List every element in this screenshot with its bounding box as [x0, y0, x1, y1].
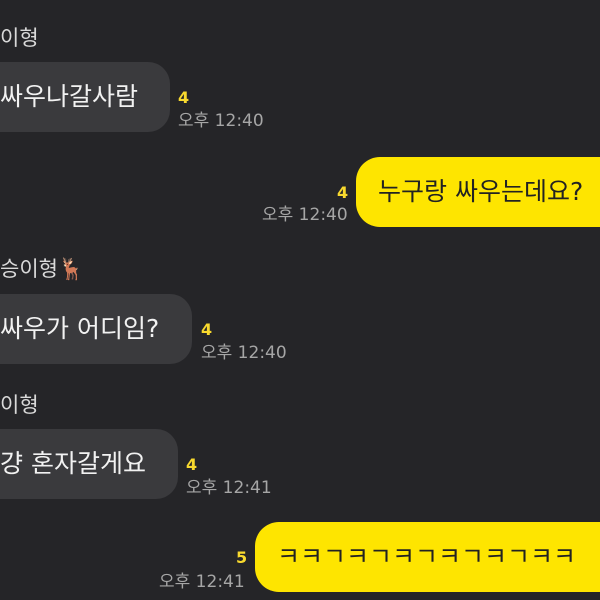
unread-count: 4: [186, 455, 198, 474]
incoming-message-bubble[interactable]: 싸우가 어디임?: [0, 294, 192, 364]
sender-name: 이형: [0, 26, 39, 50]
message-text: 싸우가 어디임?: [0, 314, 160, 343]
unread-count: 5: [236, 548, 248, 567]
unread-count: 4: [337, 183, 349, 202]
message-time: 오후 12:40: [262, 205, 348, 225]
unread-count: 4: [201, 320, 213, 339]
incoming-message-bubble[interactable]: 싸우나갈사람: [0, 62, 170, 132]
incoming-message-bubble[interactable]: 걍 혼자갈게요: [0, 429, 178, 499]
sender-name: 이형: [0, 393, 39, 417]
message-text: ㅋㅋㄱㅋㄱㅋㄱㅋㄱㅋㄱㅋㅋ: [277, 542, 577, 571]
unread-count: 4: [178, 88, 190, 107]
sender-name: 승이형🦌: [0, 257, 85, 281]
message-text: 걍 혼자갈게요: [0, 449, 146, 478]
chat-room: 이형 싸우나갈사람 4 오후 12:40 누구랑 싸우는데요? 4 오후 12:…: [0, 0, 600, 600]
outgoing-message-bubble[interactable]: ㅋㅋㄱㅋㄱㅋㄱㅋㄱㅋㄱㅋㅋ: [255, 522, 600, 592]
message-time: 오후 12:41: [159, 572, 245, 592]
message-text: 싸우나갈사람: [0, 82, 139, 111]
outgoing-message-bubble[interactable]: 누구랑 싸우는데요?: [356, 157, 600, 227]
message-text: 누구랑 싸우는데요?: [378, 177, 584, 206]
message-time: 오후 12:40: [178, 111, 264, 131]
message-time: 오후 12:40: [201, 343, 287, 363]
message-time: 오후 12:41: [186, 478, 272, 498]
